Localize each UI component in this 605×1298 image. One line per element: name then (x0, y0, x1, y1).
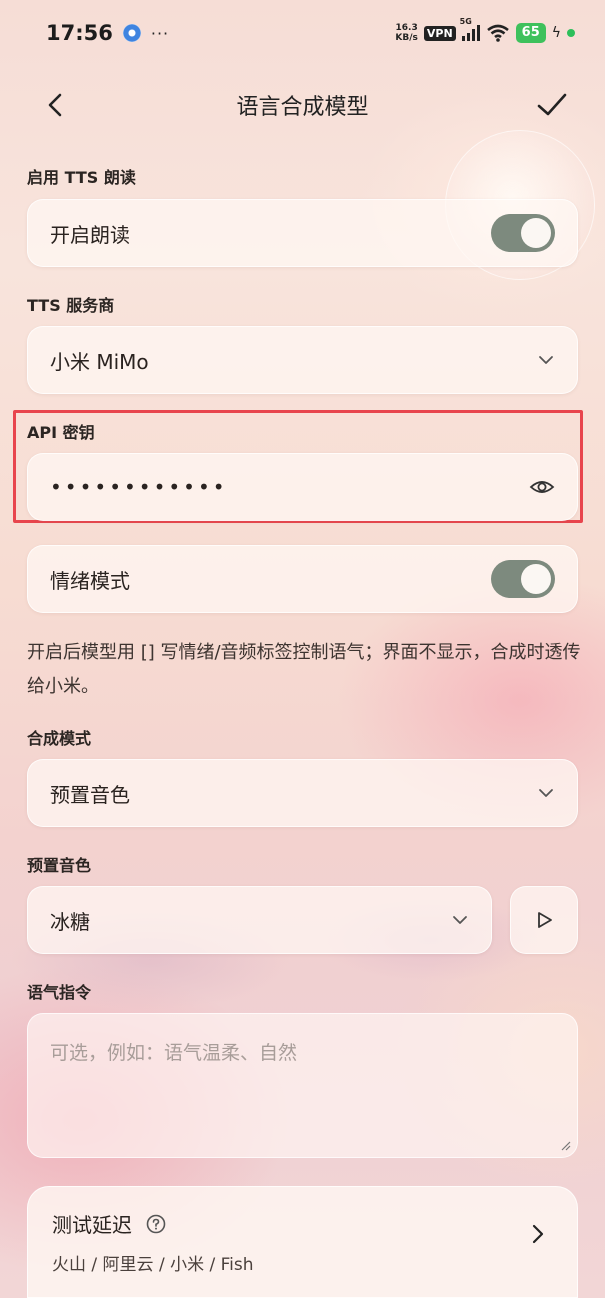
network-speed: 16.3 KB/s (395, 23, 418, 43)
tone-instruction-textarea[interactable]: 可选，例如：语气温柔、自然 (27, 1013, 578, 1158)
preset-voice-section-label: 预置音色 (27, 856, 92, 875)
chevron-left-icon[interactable] (40, 88, 74, 122)
play-icon (538, 912, 552, 928)
chevron-right-icon (532, 1224, 544, 1244)
eye-icon[interactable] (529, 474, 555, 500)
check-icon[interactable] (535, 88, 569, 122)
charging-icon: ϟ (551, 25, 561, 41)
status-time: 17:56 (46, 21, 113, 45)
provider-value: 小米 MiMo (50, 349, 149, 374)
app-notification-icon (122, 24, 141, 42)
synthesis-mode-section-label: 合成模式 (27, 729, 92, 748)
emotion-mode-label: 情绪模式 (50, 568, 130, 593)
navigation-bar: 语言合成模型 (0, 78, 605, 132)
toggle-knob (521, 218, 551, 248)
emotion-mode-hint: 开启后模型用 [] 写情绪/音频标签控制语气；界面不显示，合成时透传给小米。 (27, 642, 581, 697)
preview-voice-button[interactable] (510, 886, 578, 954)
resize-handle-icon[interactable] (559, 1139, 571, 1151)
emotion-mode-row: 情绪模式 (27, 545, 578, 613)
cellular-signal-icon: 5G (460, 17, 480, 41)
more-notifications-icon: ··· (150, 23, 170, 43)
api-key-masked-value: •••••••••••• (50, 475, 228, 499)
tts-enable-toggle[interactable] (491, 214, 555, 252)
emotion-mode-toggle[interactable] (491, 560, 555, 598)
chevron-down-icon (539, 789, 553, 797)
api-key-field[interactable]: •••••••••••• (27, 453, 578, 521)
chevron-down-icon (453, 916, 467, 924)
tts-enable-label: 开启朗读 (50, 222, 130, 247)
preset-voice-select[interactable]: 冰糖 (27, 886, 492, 954)
provider-select[interactable]: 小米 MiMo (27, 326, 578, 394)
help-circle-icon[interactable] (146, 1214, 166, 1234)
toggle-knob (521, 564, 551, 594)
tts-enable-row: 开启朗读 (27, 199, 578, 267)
status-bar: 17:56 ··· 16.3 KB/s VPN 5G 65 ϟ (0, 0, 605, 66)
synthesis-mode-value: 预置音色 (50, 782, 130, 807)
tone-instruction-section-label: 语气指令 (27, 983, 92, 1002)
vpn-badge: VPN (423, 25, 456, 41)
tone-instruction-placeholder: 可选，例如：语气温柔、自然 (50, 1042, 298, 1064)
tts-enable-section-label: 启用 TTS 朗读 (27, 168, 136, 187)
privacy-indicator-dot (567, 29, 575, 37)
api-key-section-label: API 密钥 (27, 423, 95, 442)
chevron-down-icon (539, 356, 553, 364)
latency-test-title: 测试延迟 (52, 1213, 132, 1237)
wifi-icon (486, 24, 509, 42)
page-title: 语言合成模型 (236, 95, 369, 120)
battery-indicator: 65 (515, 23, 546, 43)
preset-voice-value: 冰糖 (50, 909, 90, 934)
provider-section-label: TTS 服务商 (27, 296, 115, 315)
latency-test-providers: 火山 / 阿里云 / 小米 / Fish (52, 1255, 254, 1275)
latency-test-row[interactable]: 测试延迟 火山 / 阿里云 / 小米 / Fish (27, 1186, 578, 1298)
synthesis-mode-select[interactable]: 预置音色 (27, 759, 578, 827)
